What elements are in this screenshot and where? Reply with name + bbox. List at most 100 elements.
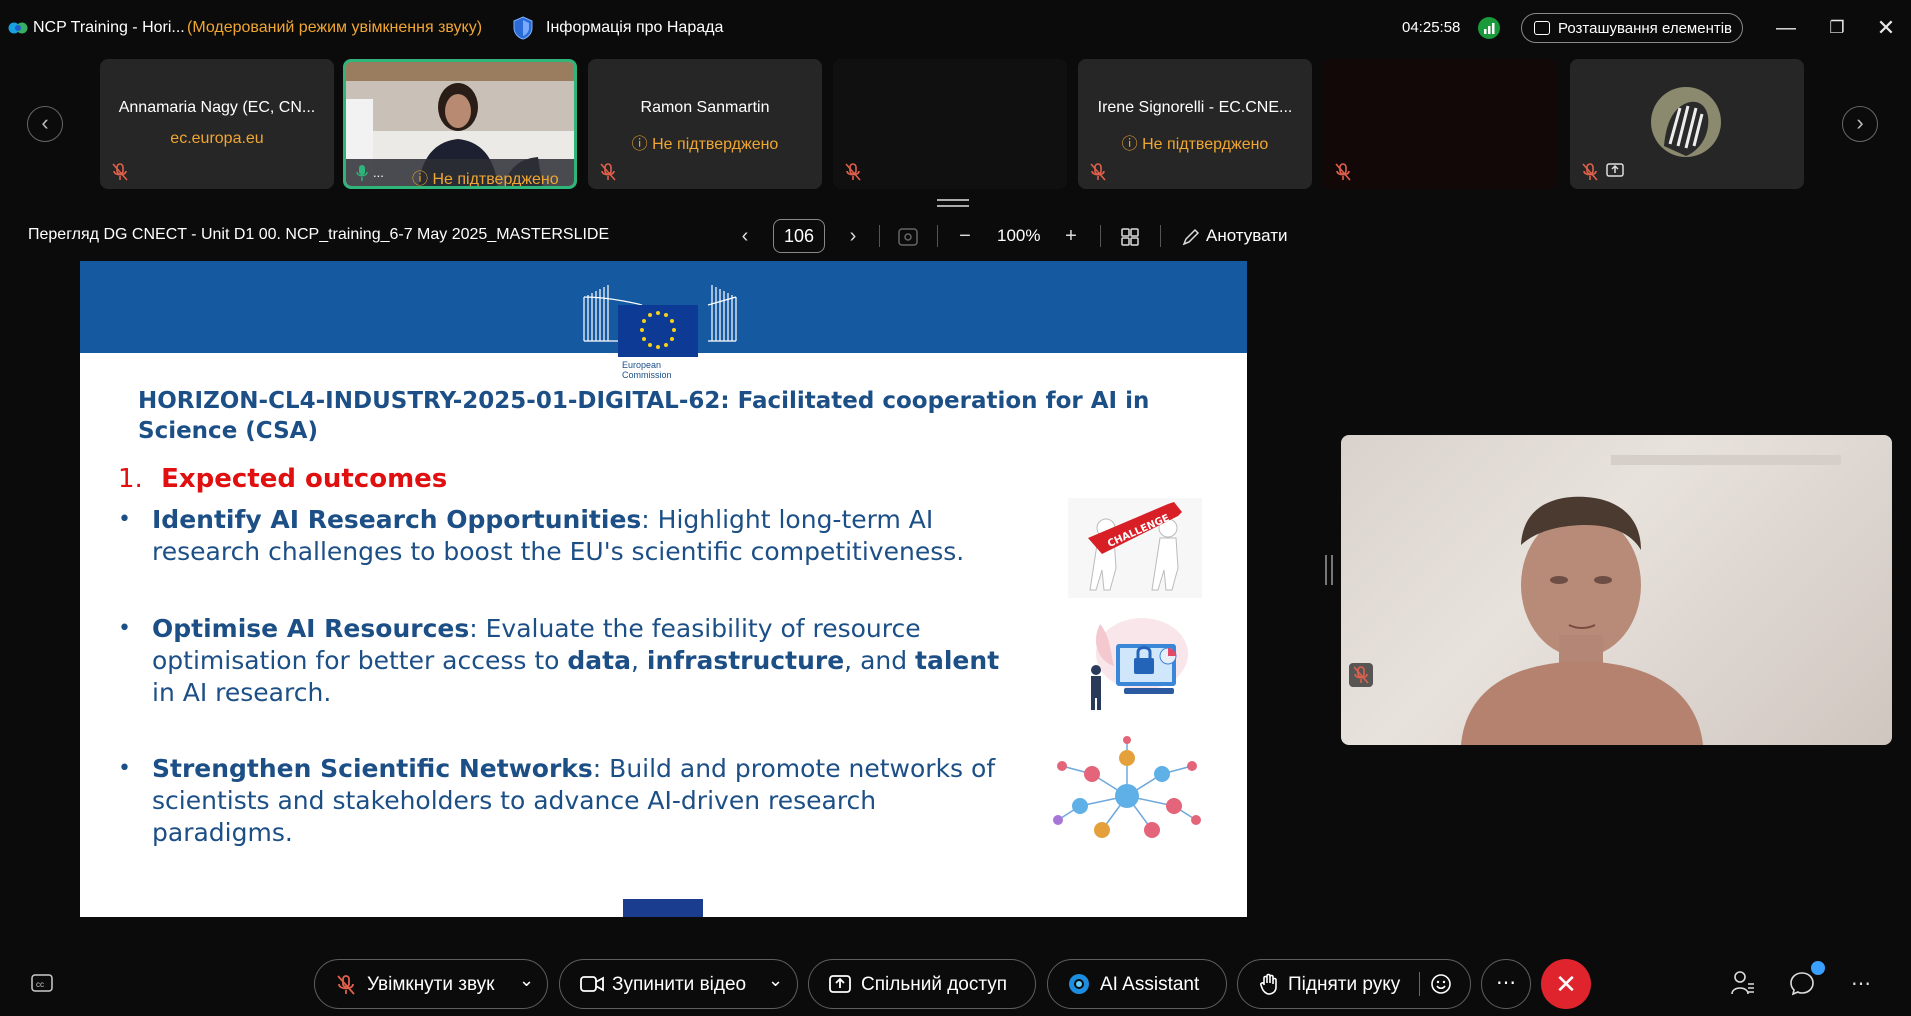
bullet-text: Identify AI Research Opportunities: High… xyxy=(152,504,1022,568)
page-number-input[interactable]: 106 xyxy=(773,219,825,253)
data-access-illustration xyxy=(1091,618,1188,710)
participant-status: ⓘ Не підтверджено xyxy=(1121,136,1269,153)
section-heading: 1. Expected outcomes xyxy=(118,464,447,494)
window-title: NCP Training - Hori... xyxy=(33,19,185,36)
participant-name: Irene Signorelli - EC.CNE... xyxy=(1097,99,1293,116)
title-bar: NCP Training - Hori... (Модерований режи… xyxy=(0,0,1911,56)
participant-name: Annamaria Nagy (EC, CN... xyxy=(118,99,316,116)
bullet-emphasis: talent xyxy=(915,646,1000,675)
raise-hand-icon xyxy=(1260,973,1277,995)
next-page-icon[interactable]: › xyxy=(843,222,863,250)
raise-hand-button[interactable]: Підняти руку xyxy=(1237,959,1471,1009)
participant-name: Ramon Sanmartin xyxy=(640,99,770,116)
reactions-emoji-icon[interactable] xyxy=(1430,973,1452,995)
ai-assistant-button[interactable]: AI Assistant xyxy=(1047,959,1227,1009)
bullet-heading: Identify AI Research Opportunities xyxy=(152,505,642,534)
layout-button[interactable]: Розташування елементів xyxy=(1521,13,1743,43)
leave-meeting-close-icon[interactable]: ✕ xyxy=(1541,959,1591,1009)
participant-tile[interactable]: Irene Signorelli - EC.CNE... ⓘ Не підтве… xyxy=(1078,59,1312,189)
slide-footer-flag xyxy=(623,899,703,917)
participants-next-arrow-icon[interactable]: › xyxy=(1842,106,1878,142)
stop-video-label: Зупинити відео xyxy=(612,974,747,995)
bullet-heading: Optimise AI Resources xyxy=(152,614,470,643)
participant-tile[interactable] xyxy=(1570,59,1804,189)
share-button[interactable]: Спільний доступ xyxy=(808,959,1036,1009)
zoom-level: 100% xyxy=(997,226,1041,245)
participant-tile[interactable] xyxy=(833,59,1067,189)
bullet-item: • Identify AI Research Opportunities: Hi… xyxy=(118,504,1098,574)
mic-muted-icon xyxy=(1582,163,1598,181)
participant-tile-active-speaker[interactable]: ... ⓘ Не підтверджено xyxy=(343,59,577,189)
layout-icon xyxy=(1534,21,1550,35)
european-commission-logo: European Commission xyxy=(583,285,737,379)
share-label: Спільний доступ xyxy=(861,974,1008,995)
participants-prev-arrow-icon[interactable]: ‹ xyxy=(27,106,63,142)
unmute-label: Увімкнути звук xyxy=(367,974,495,995)
shared-slide: European Commission HORIZON-CL4-INDUSTRY… xyxy=(80,261,1247,917)
scientific-network-illustration xyxy=(1053,736,1201,838)
mic-muted-icon xyxy=(112,163,128,181)
bullet-heading: Strengthen Scientific Networks xyxy=(152,754,593,783)
mic-muted-icon xyxy=(845,163,861,181)
unmute-button[interactable]: Увімкнути звук ⌄ xyxy=(314,959,548,1009)
panel-resize-handle[interactable] xyxy=(1325,555,1333,585)
minimize-icon[interactable]: — xyxy=(1772,14,1800,42)
chat-notification-badge xyxy=(1811,961,1825,975)
stop-video-button[interactable]: Зупинити відео ⌄ xyxy=(559,959,798,1009)
participant-tile[interactable]: Ramon Sanmartin ⓘ Не підтверджено xyxy=(588,59,822,189)
participant-tile[interactable] xyxy=(1323,59,1557,189)
shield-icon[interactable] xyxy=(512,16,534,40)
annotate-pen-icon[interactable] xyxy=(1182,228,1200,246)
webex-logo-icon xyxy=(8,22,28,34)
closed-captions-icon[interactable]: cc xyxy=(31,974,53,992)
screen-share-icon xyxy=(1606,163,1624,177)
logo-text-european: European xyxy=(622,360,661,370)
toolbar-divider xyxy=(1160,225,1161,247)
challenge-illustration: CHALLENGE xyxy=(1068,498,1202,598)
layout-button-label: Розташування елементів xyxy=(1558,20,1733,37)
meeting-info-link[interactable]: Інформація про Нарада xyxy=(546,19,723,37)
ai-assistant-icon xyxy=(1069,974,1089,994)
bullet-item: • Strengthen Scientific Networks: Build … xyxy=(118,753,1098,853)
self-mic-muted-icon xyxy=(1349,663,1373,687)
more-options-icon[interactable]: ⋯ xyxy=(1481,959,1531,1009)
pointer-icon[interactable] xyxy=(898,228,918,246)
bullet-text: Strengthen Scientific Networks: Build an… xyxy=(152,753,1002,849)
more-panels-icon[interactable]: ⋯ xyxy=(1847,970,1875,998)
participant-tile[interactable]: Annamaria Nagy (EC, CN... ec.europa.eu xyxy=(100,59,334,189)
section-number: 1. xyxy=(118,464,143,494)
prev-page-icon[interactable]: ‹ xyxy=(735,222,755,250)
grid-view-icon[interactable] xyxy=(1121,228,1139,246)
raise-hand-label: Підняти руку xyxy=(1288,974,1401,995)
mic-muted-icon xyxy=(1335,163,1351,181)
connection-signal-icon[interactable] xyxy=(1478,17,1500,39)
meeting-clock: 04:25:58 xyxy=(1402,19,1461,36)
zoom-out-icon[interactable]: − xyxy=(955,222,975,250)
self-video-view[interactable] xyxy=(1341,435,1892,745)
mic-active-icon xyxy=(356,165,368,181)
bullet-text: Optimise AI Resources: Evaluate the feas… xyxy=(152,613,1002,709)
participants-panel-icon[interactable] xyxy=(1731,970,1755,996)
bullet-separator: , and xyxy=(844,646,916,675)
toolbar-divider xyxy=(879,225,880,247)
ai-assistant-label: AI Assistant xyxy=(1100,974,1200,995)
participant-status: ⓘ Не підтверджено xyxy=(631,136,779,153)
close-icon[interactable]: ✕ xyxy=(1872,14,1900,42)
chevron-down-icon[interactable]: ⌄ xyxy=(519,970,534,991)
chat-icon[interactable] xyxy=(1789,970,1815,996)
toolbar-divider xyxy=(1100,225,1101,247)
mic-muted-icon xyxy=(600,163,616,181)
slide-title: HORIZON-CL4-INDUSTRY-2025-01-DIGITAL-62:… xyxy=(138,388,1150,444)
zoom-in-icon[interactable]: + xyxy=(1061,222,1081,250)
bullet-dot: • xyxy=(118,756,131,781)
logo-text-commission: Commission xyxy=(622,370,672,379)
strip-resize-handle[interactable] xyxy=(937,199,969,207)
moderated-audio-notice: (Модерований режим увімкнення звуку) xyxy=(187,19,483,36)
pill-divider xyxy=(1419,972,1420,996)
bullet-dot: • xyxy=(118,507,131,532)
annotate-button[interactable]: Анотувати xyxy=(1206,226,1288,246)
chevron-down-icon[interactable]: ⌄ xyxy=(768,970,783,991)
restore-icon[interactable]: ❐ xyxy=(1823,14,1851,42)
mic-muted-icon xyxy=(1090,163,1106,181)
self-video-feed xyxy=(1461,455,1841,745)
